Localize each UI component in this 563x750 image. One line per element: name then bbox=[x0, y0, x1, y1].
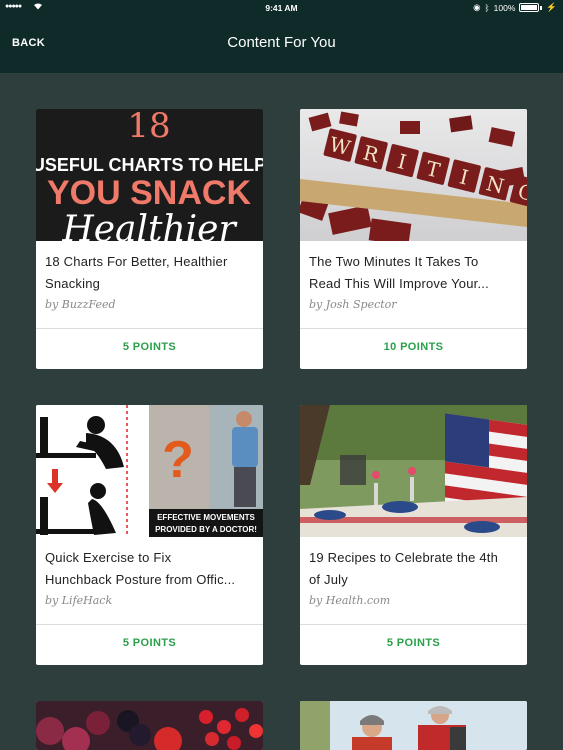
card-thumbnail bbox=[36, 701, 263, 750]
page-title: Content For You bbox=[227, 34, 336, 51]
thumb-line1: USEFUL CHARTS TO HELP bbox=[36, 155, 263, 175]
card-byline: by LifeHack bbox=[45, 594, 113, 607]
content-card-1[interactable]: 18 USEFUL CHARTS TO HELP YOU SNACK Healt… bbox=[36, 109, 263, 369]
card-title-line1: Quick Exercise to Fix bbox=[45, 550, 172, 565]
thumb-question-mark: ? bbox=[162, 431, 194, 489]
orientation-lock-icon: ◉ bbox=[473, 2, 481, 12]
card-thumbnail: 18 USEFUL CHARTS TO HELP YOU SNACK Healt… bbox=[36, 109, 263, 241]
status-bar: ●●●●● 9:41 AM ◉ ᛒ 100% ⚡ bbox=[0, 0, 563, 16]
card-divider bbox=[300, 624, 527, 625]
card-title-line1: 19 Recipes to Celebrate the 4th bbox=[309, 550, 499, 565]
card-byline: by Josh Spector bbox=[309, 298, 397, 311]
card-title-line2: Read This Will Improve Your... bbox=[309, 276, 489, 291]
nav-bar: BACK Content For You bbox=[0, 16, 563, 73]
card-title: 18 Charts For Better, Healthier Snacking bbox=[45, 251, 254, 295]
thumb-line3: Healthier bbox=[61, 209, 237, 241]
card-title-line1: 18 Charts For Better, Healthier bbox=[45, 254, 228, 269]
card-divider bbox=[36, 328, 263, 329]
card-thumbnail bbox=[300, 701, 527, 750]
card-title-line2: Hunchback Posture from Offic... bbox=[45, 572, 236, 587]
bluetooth-icon: ᛒ bbox=[484, 2, 490, 13]
card-points: 10 POINTS bbox=[383, 341, 444, 353]
battery-percent: 100% bbox=[493, 2, 516, 13]
card-title-line1: The Two Minutes It Takes To bbox=[309, 254, 479, 269]
card-title: The Two Minutes It Takes To Read This Wi… bbox=[309, 251, 518, 295]
thumb-caption1: EFFECTIVE MOVEMENTS bbox=[157, 513, 255, 522]
card-byline: by Health.com bbox=[309, 594, 391, 607]
battery-icon bbox=[519, 3, 540, 12]
card-divider bbox=[36, 624, 263, 625]
status-right-group: ◉ ᛒ 100% ⚡ bbox=[473, 2, 557, 13]
content-card-6[interactable] bbox=[300, 701, 527, 750]
card-points: 5 POINTS bbox=[122, 637, 177, 649]
content-card-5[interactable] bbox=[36, 701, 263, 750]
card-title-line2: of July bbox=[309, 572, 348, 587]
thumb-caption2: PROVIDED BY A DOCTOR! bbox=[155, 525, 257, 534]
thumb-number: 18 bbox=[127, 109, 170, 146]
card-points: 5 POINTS bbox=[122, 341, 177, 353]
card-byline: by BuzzFeed bbox=[45, 298, 116, 311]
card-thumbnail bbox=[300, 405, 527, 537]
card-divider bbox=[300, 328, 527, 329]
charging-icon: ⚡ bbox=[546, 2, 557, 12]
thumb-line2: YOU SNACK bbox=[47, 174, 251, 212]
card-title: Quick Exercise to Fix Hunchback Posture … bbox=[45, 547, 254, 591]
card-thumbnail: W R I T I N G bbox=[300, 109, 527, 241]
battery-nub bbox=[540, 5, 543, 10]
content-card-3[interactable]: ? EFFECTIVE MOVEMENTS PROVIDED BY A DOCT… bbox=[36, 405, 263, 665]
card-thumbnail: ? EFFECTIVE MOVEMENTS PROVIDED BY A DOCT… bbox=[36, 405, 263, 537]
card-points: 5 POINTS bbox=[386, 637, 441, 649]
content-card-4[interactable]: 19 Recipes to Celebrate the 4th of July … bbox=[300, 405, 527, 665]
content-card-2[interactable]: W R I T I N G The Two Minutes It Takes T… bbox=[300, 109, 527, 369]
card-title-line2: Snacking bbox=[45, 276, 101, 291]
card-title: 19 Recipes to Celebrate the 4th of July bbox=[309, 547, 518, 591]
